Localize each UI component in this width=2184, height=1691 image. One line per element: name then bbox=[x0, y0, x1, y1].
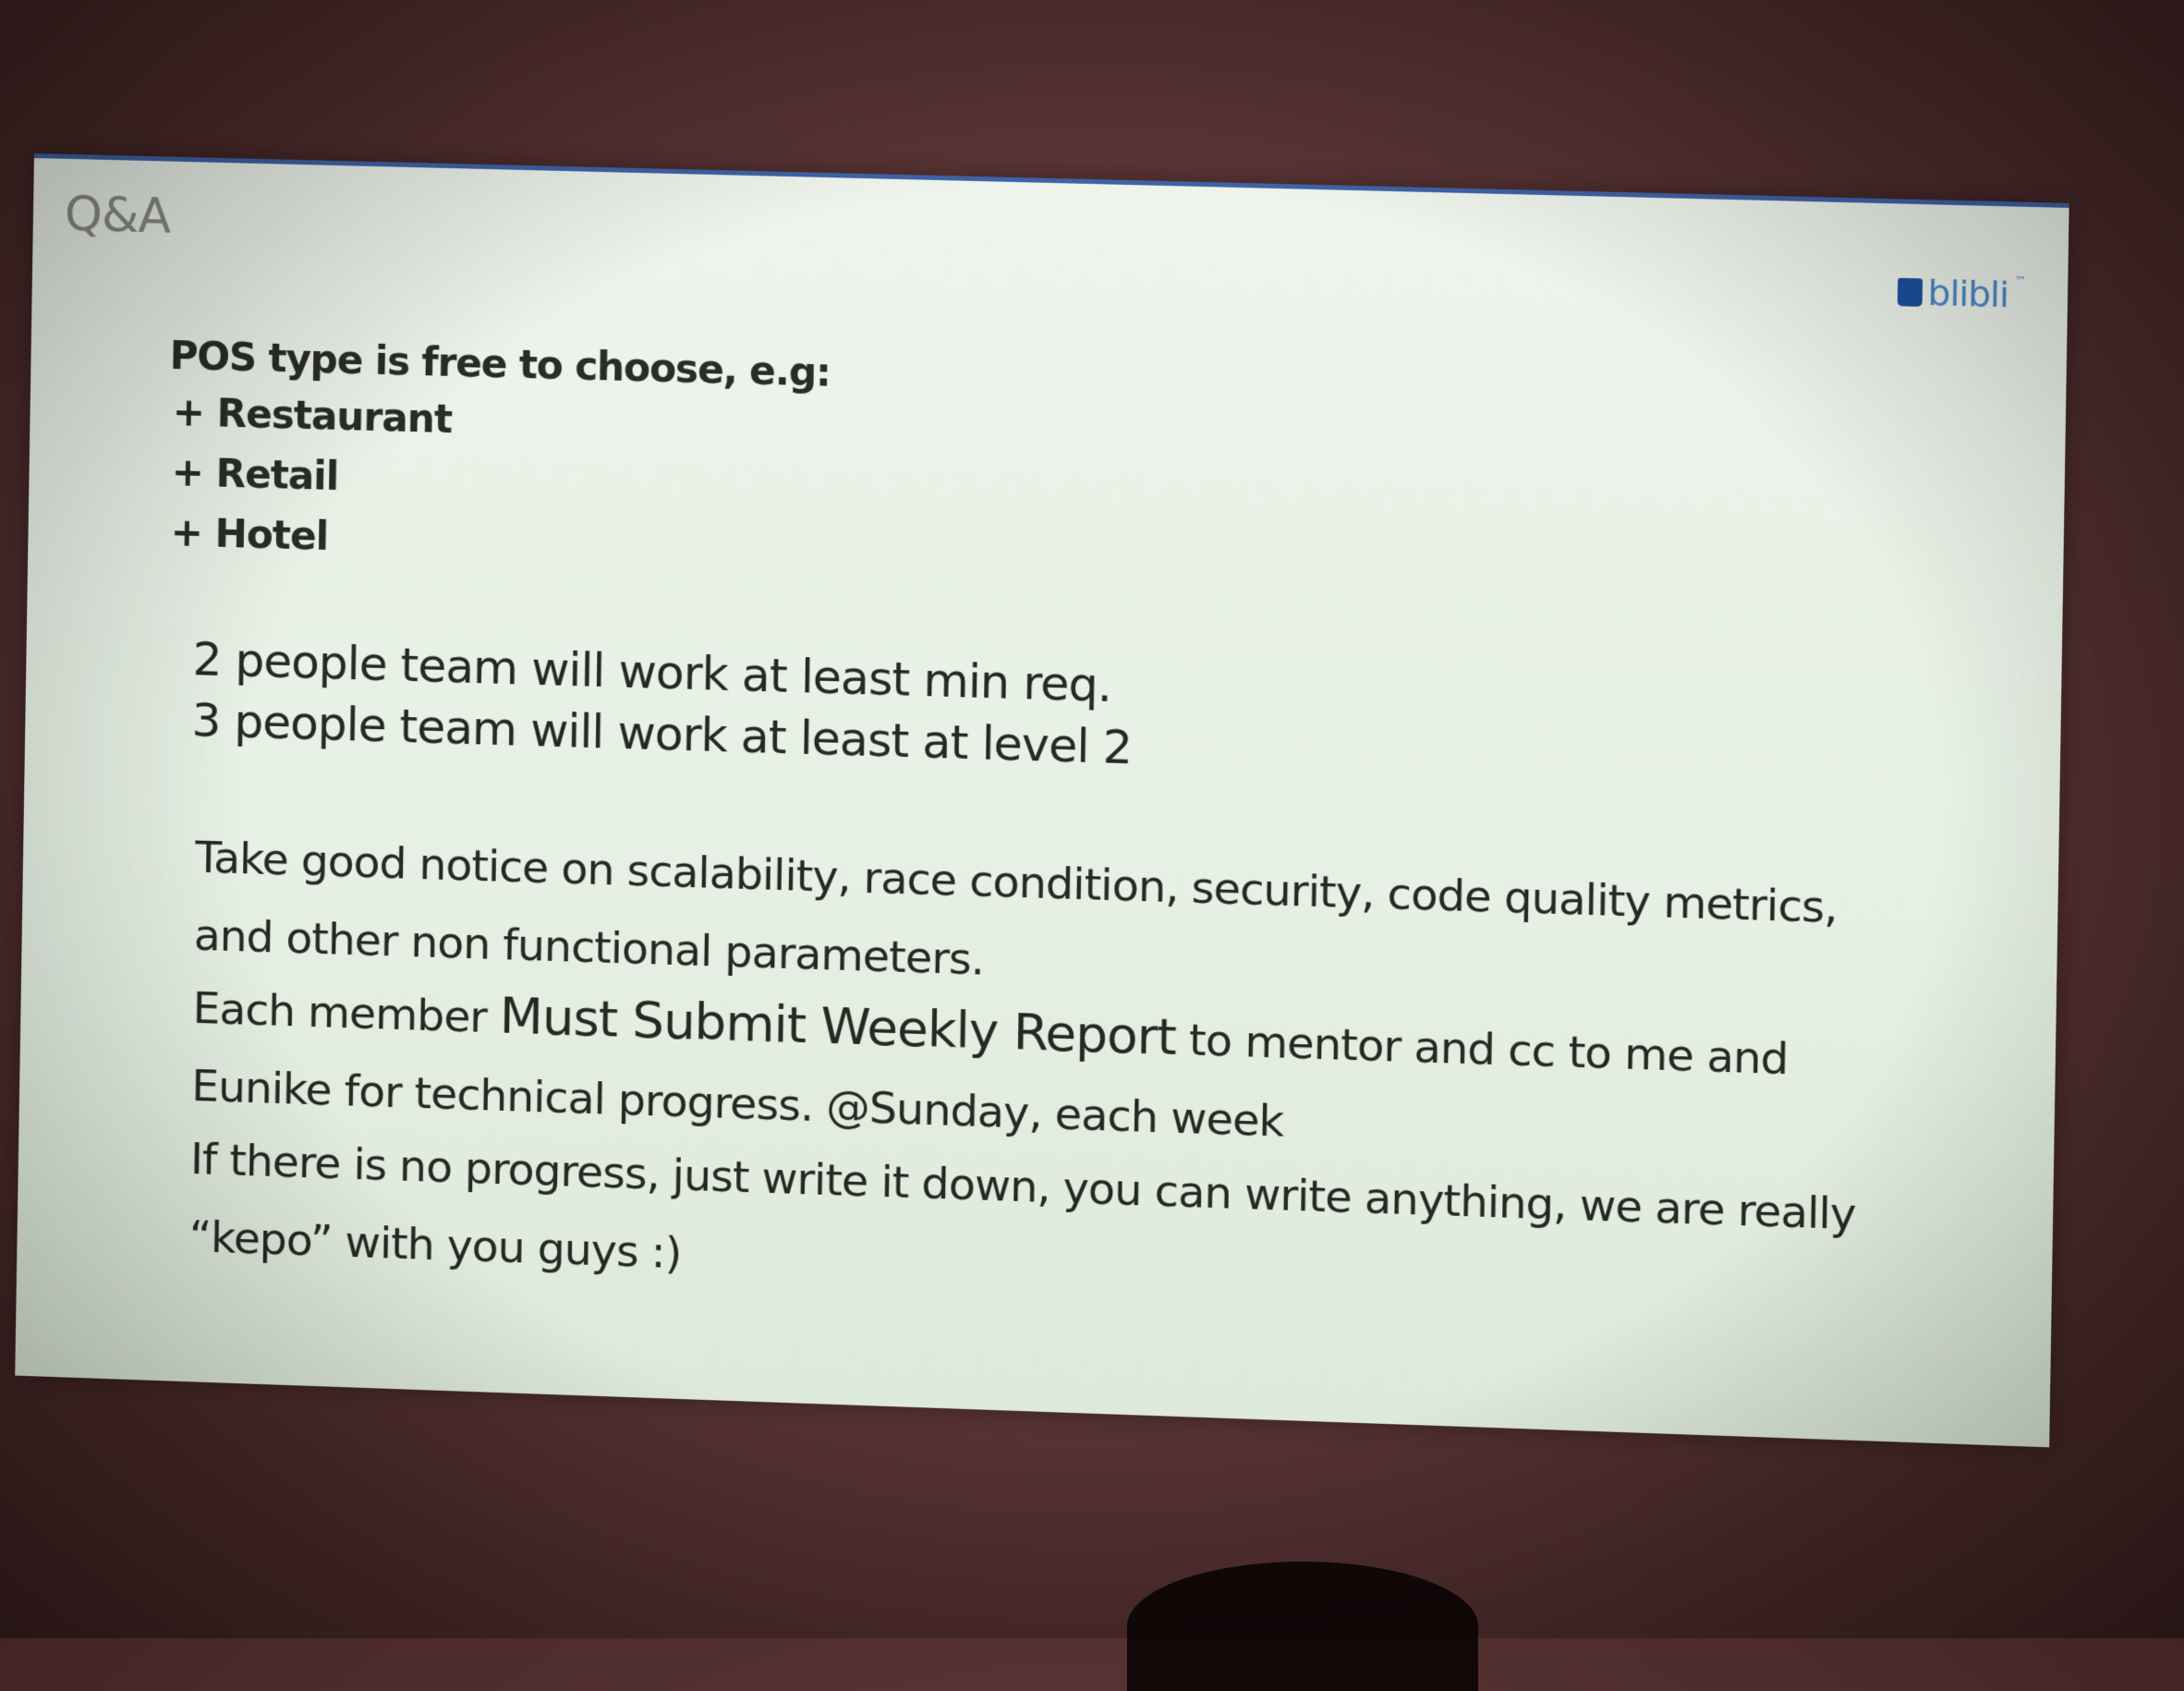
projected-slide: Q&A blibli ™ POS type is free to choose,… bbox=[15, 153, 2069, 1448]
pos-option-restaurant: + Restaurant bbox=[172, 389, 453, 443]
blibli-logo: blibli ™ bbox=[1897, 272, 2026, 316]
audience-head-silhouette bbox=[1127, 1562, 1478, 1691]
slide-title: Q&A bbox=[64, 186, 171, 245]
pos-option-retail: + Retail bbox=[171, 449, 339, 500]
pos-option-hotel: + Hotel bbox=[170, 509, 329, 559]
pos-intro: POS type is free to choose, e.g: bbox=[169, 332, 831, 395]
logo-text: blibli bbox=[1927, 272, 2009, 316]
logo-trademark: ™ bbox=[2014, 274, 2026, 288]
report-emphasis: Must Submit Weekly Report bbox=[499, 986, 1177, 1067]
report-prefix: Each member bbox=[192, 982, 501, 1044]
shopping-bag-icon bbox=[1897, 277, 1923, 307]
pos-section: POS type is free to choose, e.g: + Resta… bbox=[166, 333, 831, 588]
